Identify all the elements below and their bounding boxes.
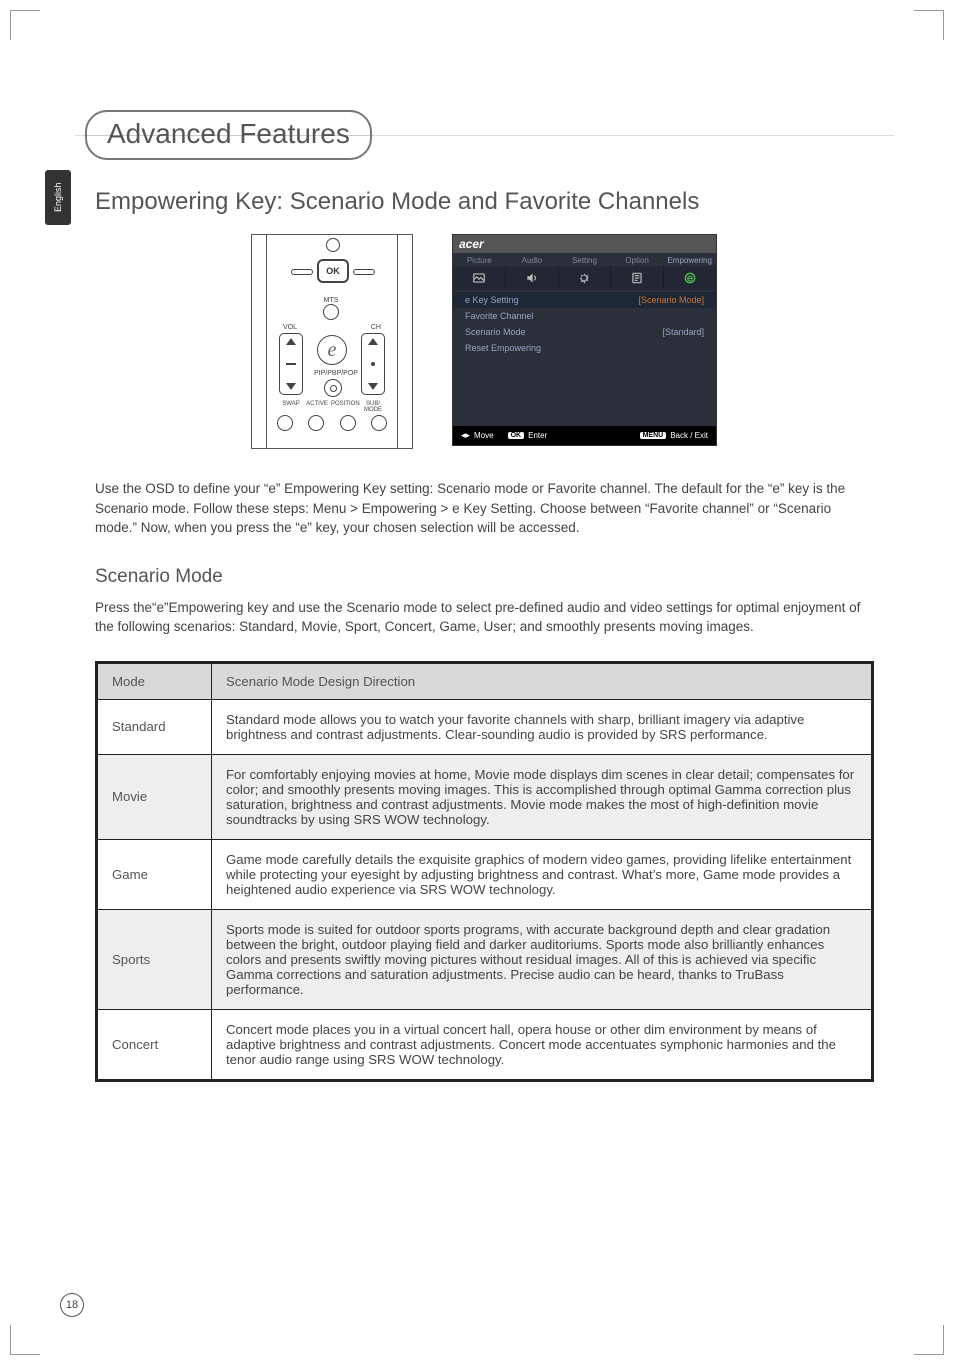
audio-icon: [506, 266, 559, 290]
ch-label: CH: [371, 324, 381, 331]
osd-tab-empowering: Empowering: [663, 253, 716, 266]
subsection-intro: Press the“e”Empowering key and use the S…: [95, 598, 874, 637]
active-label: ACTIVE: [305, 401, 329, 413]
mode-desc-cell: Sports mode is suited for outdoor sports…: [212, 909, 873, 1009]
ok-chip: OK: [508, 432, 525, 439]
remote-dpad: OK: [297, 241, 369, 301]
swap-label: SWAP: [279, 401, 303, 413]
osd-row-value: [Scenario Mode]: [638, 295, 704, 305]
osd-row-label: Scenario Mode: [465, 327, 526, 337]
dpad-up-icon: [326, 238, 340, 252]
table-row: ConcertConcert mode places you in a virt…: [97, 1009, 873, 1080]
mode-desc-cell: Standard mode allows you to watch your f…: [212, 699, 873, 754]
active-button-icon: [308, 415, 324, 431]
ok-button: OK: [317, 259, 349, 283]
osd-row: Reset Empowering: [453, 340, 716, 356]
remote-figure: OK MTS VOL CH e: [252, 234, 412, 449]
mode-desc-cell: Game mode carefully details the exquisit…: [212, 839, 873, 909]
empowering-e-button-icon: e: [317, 335, 347, 365]
mode-name-cell: Game: [97, 839, 212, 909]
picture-icon: [453, 266, 506, 290]
vol-up-icon: [286, 338, 296, 345]
osd-tabs: Picture Audio Setting Option Empowering: [453, 253, 716, 266]
osd-row-value: [Standard]: [662, 327, 704, 337]
osd-menu: e Key Setting [Scenario Mode] Favorite Cha…: [453, 290, 716, 426]
pip-label: PIP/PBP/POP: [314, 370, 352, 377]
position-label: POSITION: [331, 401, 359, 413]
osd-row-label: Favorite Channel: [465, 311, 534, 321]
intro-paragraph: Use the OSD to define your “e” Empowerin…: [95, 479, 874, 538]
osd-row-label: e Key Setting: [465, 295, 519, 305]
osd-figure: acer Picture Audio Setting Option Empowe…: [452, 234, 717, 446]
table-row: StandardStandard mode allows you to watc…: [97, 699, 873, 754]
osd-brand: acer: [453, 235, 716, 253]
page-content: Advanced Features Empowering Key: Scenar…: [0, 0, 954, 1142]
mode-name-cell: Movie: [97, 754, 212, 839]
page-number: 18: [60, 1293, 84, 1317]
subsection-title: Scenario Mode: [95, 566, 874, 588]
menu-chip: MENU: [640, 432, 667, 439]
channel-rocker: [361, 333, 385, 395]
vol-down-icon: [286, 383, 296, 390]
ch-down-icon: [368, 383, 378, 390]
mts-label: MTS: [323, 297, 339, 304]
vol-label: VOL: [283, 324, 297, 331]
mode-desc-cell: Concert mode places you in a virtual con…: [212, 1009, 873, 1080]
table-row: MovieFor comfortably enjoying movies at …: [97, 754, 873, 839]
mode-name-cell: Standard: [97, 699, 212, 754]
nav-arrows-icon: ◂▸: [461, 430, 470, 441]
submode-label: SUB/ MODE: [361, 401, 385, 413]
vol-dash-icon: [286, 363, 296, 365]
position-button-icon: [340, 415, 356, 431]
footer-move: Move: [474, 431, 494, 440]
table-row: SportsSports mode is suited for outdoor …: [97, 909, 873, 1009]
table-header-desc: Scenario Mode Design Direction: [212, 662, 873, 699]
option-icon: [611, 266, 664, 290]
footer-backexit: Back / Exit: [670, 431, 708, 440]
ch-dot-icon: [371, 362, 375, 366]
pip-button-icon: [324, 379, 342, 397]
setting-icon: [559, 266, 612, 290]
osd-row: Scenario Mode [Standard]: [453, 324, 716, 340]
mode-name-cell: Sports: [97, 909, 212, 1009]
swap-button-icon: [277, 415, 293, 431]
volume-rocker: [279, 333, 303, 395]
osd-footer: ◂▸ Move OKEnter MENUBack / Exit: [453, 426, 716, 445]
section-title: Empowering Key: Scenario Mode and Favori…: [95, 188, 874, 216]
osd-tab-option: Option: [611, 253, 664, 266]
table-header-mode: Mode: [97, 662, 212, 699]
footer-enter: Enter: [528, 431, 547, 440]
mode-desc-cell: For comfortably enjoying movies at home,…: [212, 754, 873, 839]
dpad-right-icon: [353, 269, 375, 275]
osd-row: Favorite Channel: [453, 308, 716, 324]
osd-row-label: Reset Empowering: [465, 343, 541, 353]
osd-tab-audio: Audio: [506, 253, 559, 266]
osd-tab-picture: Picture: [453, 253, 506, 266]
submode-button-icon: [371, 415, 387, 431]
scenario-mode-table: Mode Scenario Mode Design Direction Stan…: [95, 661, 874, 1082]
dpad-left-icon: [291, 269, 313, 275]
mode-name-cell: Concert: [97, 1009, 212, 1080]
osd-tab-setting: Setting: [558, 253, 611, 266]
table-row: GameGame mode carefully details the exqu…: [97, 839, 873, 909]
empowering-icon: [664, 266, 716, 290]
osd-row: e Key Setting [Scenario Mode]: [453, 292, 716, 308]
ch-up-icon: [368, 338, 378, 345]
mts-button-icon: [323, 304, 339, 320]
chapter-title: Advanced Features: [85, 110, 372, 160]
